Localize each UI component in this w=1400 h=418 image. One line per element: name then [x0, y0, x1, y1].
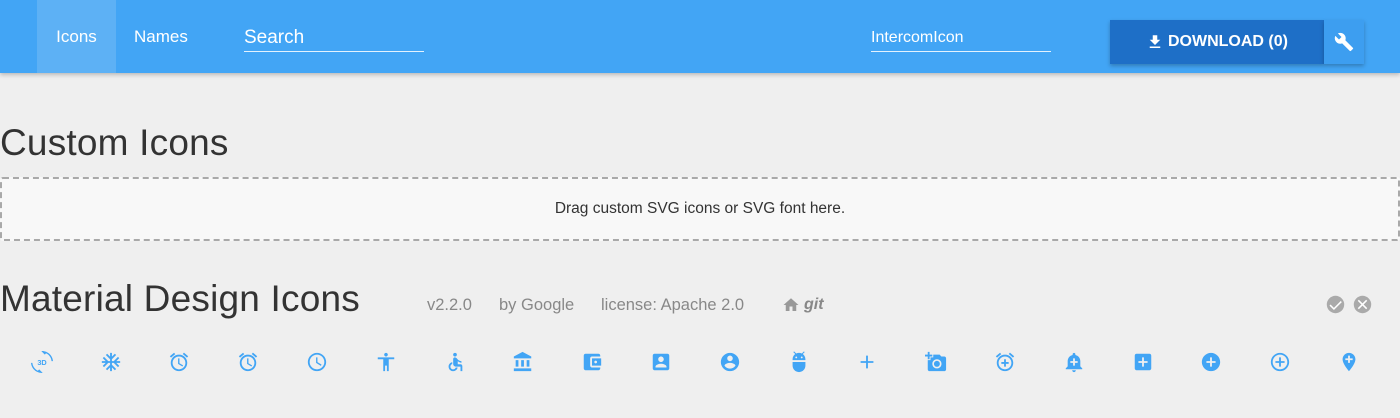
download-icon [1149, 35, 1161, 48]
tab-icons[interactable]: Icons [37, 0, 116, 73]
add-circle-icon[interactable] [1200, 351, 1222, 373]
access-alarm-icon[interactable] [168, 351, 190, 373]
git-link[interactable]: git [782, 296, 824, 314]
cancel-circle-icon[interactable] [1353, 295, 1372, 314]
add-location-icon[interactable] [1338, 351, 1360, 373]
font-name-field [871, 24, 1051, 52]
adb-icon[interactable] [788, 351, 810, 373]
settings-button[interactable] [1324, 20, 1364, 64]
ac-unit-icon[interactable] [100, 351, 122, 373]
icon-grid: 3D [0, 351, 1400, 375]
svg-text:3D: 3D [37, 358, 46, 367]
add-box-icon[interactable] [1132, 351, 1154, 373]
accessible-icon[interactable] [444, 351, 466, 373]
accessibility-icon[interactable] [375, 351, 397, 373]
home-icon[interactable] [782, 296, 800, 314]
material-icons-heading: Material Design Icons [0, 278, 360, 319]
check-circle-icon[interactable] [1326, 295, 1345, 314]
3d-rotation-icon[interactable]: 3D [31, 351, 53, 373]
download-button[interactable]: DOWNLOAD (0) [1110, 20, 1324, 64]
svg-dropzone[interactable]: Drag custom SVG icons or SVG font here. [0, 177, 1400, 241]
dropzone-text: Drag custom SVG icons or SVG font here. [554, 200, 846, 217]
wrench-icon [1334, 32, 1354, 52]
add-circle-outline-icon[interactable] [1269, 351, 1291, 373]
font-name-input[interactable] [871, 24, 1051, 51]
account-balance-icon[interactable] [512, 351, 534, 373]
download-label: DOWNLOAD (0) [1168, 33, 1288, 50]
add-icon[interactable] [856, 351, 878, 373]
add-alarm-icon[interactable] [994, 351, 1016, 373]
search-input[interactable] [244, 24, 424, 51]
git-label: git [804, 296, 824, 313]
font-license: license: Apache 2.0 [601, 296, 745, 314]
top-toolbar: Icons Names DOWNLOAD (0) [0, 0, 1400, 73]
account-circle-icon[interactable] [719, 351, 741, 373]
access-time-icon[interactable] [306, 351, 328, 373]
access-alarms-icon[interactable] [237, 351, 259, 373]
font-version: v2.2.0 [427, 296, 472, 314]
add-alert-icon[interactable] [1063, 351, 1085, 373]
custom-icons-heading: Custom Icons [0, 122, 229, 163]
add-a-photo-icon[interactable] [925, 351, 947, 373]
account-box-icon[interactable] [650, 351, 672, 373]
tab-names[interactable]: Names [116, 0, 206, 73]
account-balance-wallet-icon[interactable] [581, 351, 603, 373]
search-field [244, 24, 424, 52]
font-author: by Google [499, 296, 575, 314]
